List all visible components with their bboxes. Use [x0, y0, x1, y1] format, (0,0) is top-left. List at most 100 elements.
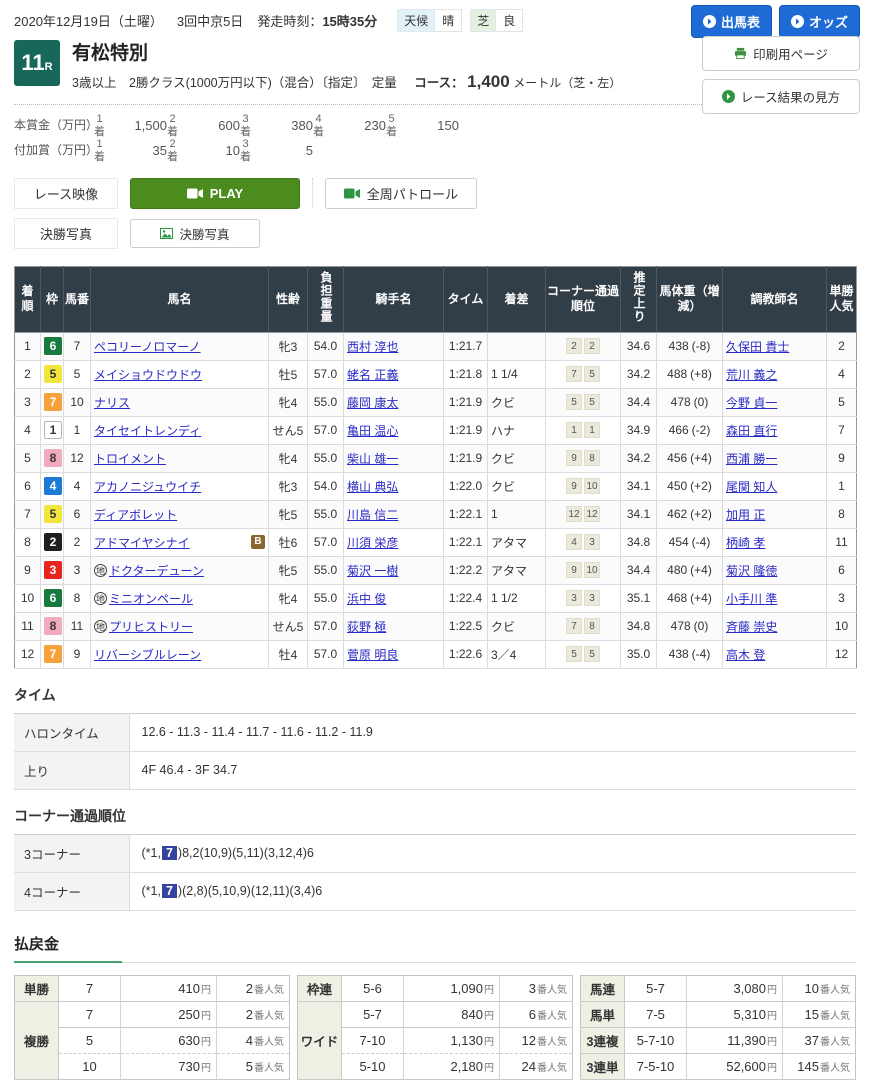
prize-entry: 3着5	[240, 138, 313, 163]
bet-combination: 7-5-10	[625, 1053, 687, 1079]
play-button[interactable]: PLAY	[130, 178, 300, 209]
jockey-link[interactable]: 菅原 明良	[347, 648, 398, 662]
sex-age: 牝3	[269, 472, 308, 500]
corner-row-label: 3コーナー	[14, 834, 129, 872]
trainer-link[interactable]: 荒川 義之	[726, 368, 777, 382]
prize-entry: 1着35	[94, 138, 167, 163]
corner-position-box: 12	[584, 506, 600, 522]
payout-popularity-unit: 番人気	[820, 1011, 850, 1022]
horse-name-link[interactable]: ディアボレット	[94, 508, 177, 522]
body-weight-diff: (+4)	[690, 563, 712, 577]
sex-age: 牡6	[269, 528, 308, 556]
jockey-link[interactable]: 藤岡 康太	[347, 396, 398, 410]
finish-time: 1:21.9	[444, 416, 488, 444]
load-weight: 57.0	[308, 528, 344, 556]
prize-value: 10	[178, 143, 240, 158]
payout-popularity-unit: 番人気	[537, 1037, 567, 1048]
waku-cell: 3	[41, 556, 64, 584]
bet-type-label: ワイド	[298, 1001, 342, 1079]
prize-row-label: 本賞金（万円）	[14, 118, 94, 134]
trainer-link[interactable]: 柄崎 孝	[726, 536, 765, 550]
prize-place-suffix: 着	[167, 151, 178, 164]
trainer-link[interactable]: 尾関 知人	[726, 480, 777, 494]
prize-place-number: 4	[315, 113, 321, 126]
horse-name-link[interactable]: ドクターデューン	[109, 564, 204, 578]
bet-combination: 5-7-10	[625, 1027, 687, 1053]
finish-time: 1:22.1	[444, 528, 488, 556]
payout-amount: 1,090円	[404, 975, 500, 1001]
jockey-link[interactable]: 川島 信二	[347, 508, 398, 522]
trainer-link[interactable]: 斉藤 崇史	[726, 620, 777, 634]
finish-time: 1:22.4	[444, 584, 488, 612]
print-page-button[interactable]: 印刷用ページ	[702, 36, 860, 71]
trainer-link[interactable]: 今野 貞一	[726, 396, 777, 410]
horse-name-link[interactable]: トロイメント	[94, 452, 166, 466]
corner-position-box: 1	[584, 422, 600, 438]
jockey-link[interactable]: 横山 典弘	[347, 480, 398, 494]
body-weight: 488(+8)	[657, 360, 723, 388]
payout-amount: 52,600円	[687, 1053, 783, 1079]
finish-photo-button[interactable]: 決勝写真	[130, 219, 260, 248]
body-weight-diff: (0)	[694, 619, 709, 633]
jockey-link[interactable]: 西村 淳也	[347, 340, 398, 354]
horse-name-link[interactable]: タイセイトレンディ	[94, 424, 201, 438]
horse-name-link[interactable]: ミニオンペール	[109, 592, 193, 606]
corner-position-box: 10	[584, 478, 600, 494]
horse-name-link[interactable]: ペコリーノロマーノ	[94, 340, 201, 354]
margin: クビ	[488, 388, 546, 416]
horse-name-link[interactable]: アカノニジュウイチ	[94, 480, 201, 494]
trainer-cell: 久保田 貴士	[723, 332, 827, 360]
media-section: レース映像 PLAY 全周パトロール 決勝写真 決勝写真	[0, 164, 870, 249]
sex-age: 牝4	[269, 444, 308, 472]
jockey-link[interactable]: 亀田 温心	[347, 424, 398, 438]
payout-popularity-unit: 番人気	[254, 985, 284, 996]
horse-name-link[interactable]: メイショウドウドウ	[94, 368, 202, 382]
bet-type-label: 枠連	[298, 975, 342, 1001]
prize-entry: 2着10	[167, 138, 240, 163]
jockey-link[interactable]: 菊沢 一樹	[347, 564, 398, 578]
trainer-link[interactable]: 久保田 貴士	[726, 340, 789, 354]
horse-name-link[interactable]: ナリス	[94, 396, 130, 410]
win-favorite-rank: 7	[827, 416, 857, 444]
load-weight: 55.0	[308, 584, 344, 612]
payout-popularity: 3番人気	[500, 975, 573, 1001]
trainer-link[interactable]: 森田 直行	[726, 424, 777, 438]
horse-name-cell: リバーシブルレーン	[91, 640, 269, 668]
result-guide-button[interactable]: レース結果の見方	[702, 79, 860, 114]
jockey-cell: 柴山 雄一	[344, 444, 444, 472]
load-weight: 55.0	[308, 556, 344, 584]
trainer-link[interactable]: 高木 登	[726, 648, 765, 662]
jockey-link[interactable]: 浜中 俊	[347, 592, 386, 606]
jockey-link[interactable]: 柴山 雄一	[347, 452, 398, 466]
body-weight: 468(+4)	[657, 584, 723, 612]
horse-name-link[interactable]: アドマイヤシナイ	[94, 536, 190, 550]
finish-time: 1:22.2	[444, 556, 488, 584]
trainer-link[interactable]: 小手川 準	[726, 592, 777, 606]
waku-badge: 8	[44, 449, 62, 467]
last-3f-time: 35.1	[621, 584, 657, 612]
payout-popularity-unit: 番人気	[254, 1011, 284, 1022]
jockey-link[interactable]: 蛯名 正義	[347, 368, 398, 382]
corner-position-box: 4	[566, 534, 582, 550]
waku-cell: 8	[41, 612, 64, 640]
margin	[488, 332, 546, 360]
finish-position: 8	[15, 528, 41, 556]
prize-place: 3着	[240, 138, 251, 163]
patrol-video-button[interactable]: 全周パトロール	[325, 178, 477, 209]
race-conditions: 3歳以上 2勝クラス(1000万円以下)（混合）〔指定〕 定量 コース： 1,4…	[72, 72, 621, 92]
payout-tables: 単勝7410円2番人気複勝7250円2番人気5630円4番人気10730円5番人…	[14, 975, 856, 1080]
trainer-link[interactable]: 加用 正	[726, 508, 765, 522]
jockey-link[interactable]: 川須 栄彦	[347, 536, 398, 550]
payout-popularity-unit: 番人気	[537, 1063, 567, 1074]
trainer-link[interactable]: 菊沢 隆徳	[726, 564, 777, 578]
jockey-link[interactable]: 荻野 極	[347, 620, 386, 634]
horse-name-link[interactable]: リバーシブルレーン	[94, 648, 201, 662]
margin: 1 1/2	[488, 584, 546, 612]
horse-name-link[interactable]: プリヒストリー	[109, 620, 193, 634]
trainer-link[interactable]: 西浦 勝一	[726, 452, 777, 466]
corner-position-box: 12	[566, 506, 582, 522]
body-weight-diff: (+2)	[690, 507, 712, 521]
payout-amount: 2,180円	[404, 1053, 500, 1079]
payout-row: 枠連5-61,090円3番人気	[298, 975, 573, 1001]
turf-value: 良	[496, 9, 523, 32]
